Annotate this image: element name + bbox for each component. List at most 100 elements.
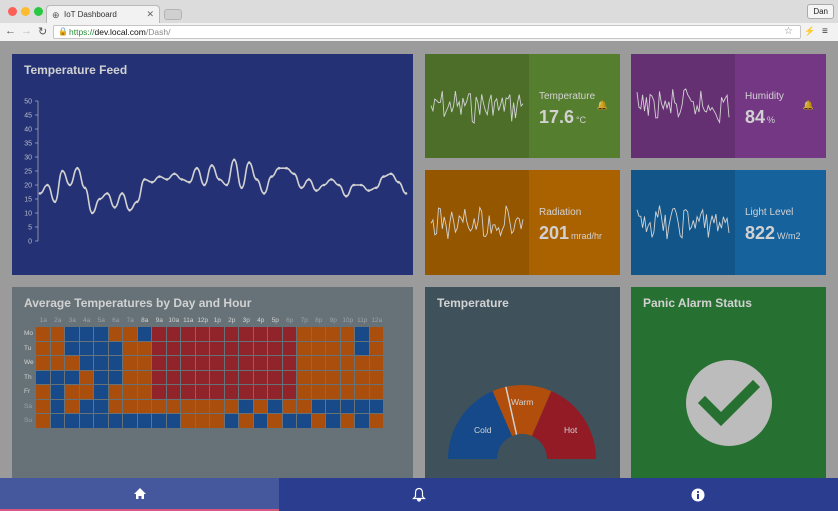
heatmap-cell — [79, 327, 94, 342]
profile-button[interactable]: Dan — [807, 4, 834, 19]
light-reading-panel: Light Level 822 W/m2 — [735, 170, 826, 275]
heatmap-cell — [253, 399, 268, 414]
data-point — [232, 158, 236, 162]
heatmap-grid: 1a 2a 3a 4a 5a 6a 7a 8a 9a 10a 11a 12p 1p 2p 3p 4p 5p 6p 7… — [24, 317, 384, 429]
heatmap-cell — [340, 414, 355, 429]
heatmap-cell — [268, 385, 283, 400]
heatmap-cell — [137, 370, 152, 385]
home-nav-button[interactable] — [0, 478, 280, 511]
y-tick-label: 5 — [28, 225, 32, 232]
heatmap-cell — [210, 356, 225, 371]
y-tick-label: 10 — [24, 211, 32, 218]
bell-icon[interactable]: 🔔 — [597, 100, 608, 111]
heatmap-cell — [36, 385, 51, 400]
y-tick-label: 45 — [24, 113, 32, 120]
address-bar[interactable]: 🔒 https://dev.local.com/Dash/ — [53, 25, 801, 39]
heatmap-cell — [282, 414, 297, 429]
heatmap-cell — [340, 341, 355, 356]
heatmap-cell — [181, 327, 196, 342]
heatmap-cell — [65, 356, 80, 371]
heatmap-cell — [166, 399, 181, 414]
data-point — [285, 166, 288, 170]
heatmap-row: Mo — [24, 327, 384, 342]
heatmap-hour-label: 9a — [155, 317, 163, 324]
close-tab-icon[interactable]: ✕ — [146, 9, 154, 20]
data-point — [330, 178, 333, 181]
heatmap-row: We — [24, 356, 384, 371]
heatmap-cell — [297, 370, 312, 385]
bottom-navigation — [0, 478, 838, 511]
humidity-label: Humidity — [745, 91, 784, 102]
bell-icon[interactable]: 🔔 — [803, 100, 814, 111]
heatmap-hour-label: 2p — [228, 317, 236, 324]
home-icon — [133, 488, 146, 499]
menu-icon[interactable]: ≡ — [822, 26, 828, 37]
heatmap-cell — [210, 341, 225, 356]
heatmap-cell — [152, 414, 167, 429]
minimize-window-button[interactable] — [21, 7, 30, 16]
heatmap-cell — [224, 414, 239, 429]
heatmap-cell — [268, 356, 283, 371]
new-tab-button[interactable] — [164, 9, 182, 20]
reload-icon[interactable]: ↻ — [38, 25, 47, 38]
heatmap-cell — [137, 385, 152, 400]
alerts-nav-button[interactable] — [279, 478, 559, 511]
heatmap-cell — [137, 356, 152, 371]
heatmap-hour-label: 11a — [183, 317, 194, 324]
data-point — [352, 183, 356, 187]
data-point — [270, 175, 273, 178]
heatmap-hour-label: 5a — [97, 317, 105, 324]
heatmap-cell — [268, 399, 283, 414]
extension-icon[interactable]: ⚡ — [804, 26, 815, 37]
data-point — [359, 183, 363, 187]
bookmark-star-icon[interactable]: ☆ — [784, 26, 793, 37]
back-arrow-icon[interactable]: ← — [5, 25, 16, 37]
browser-tab[interactable]: ⊕ IoT Dashboard ✕ — [46, 5, 160, 23]
heatmap-cell — [210, 327, 225, 342]
heatmap-cell — [326, 341, 341, 356]
info-nav-button[interactable] — [558, 478, 838, 511]
heatmap-cell — [297, 399, 312, 414]
heatmap-cell — [268, 327, 283, 342]
heatmap-cell — [36, 399, 51, 414]
heatmap-cell — [355, 370, 370, 385]
heatmap-cell — [166, 356, 181, 371]
data-point — [247, 161, 251, 164]
heatmap-day-label: Fr — [24, 388, 31, 395]
light-value: 822 W/m2 — [745, 223, 801, 243]
radiation-reading-panel: Radiation 201 mrad/hr — [529, 170, 620, 275]
heatmap-cell — [123, 385, 138, 400]
heatmap-cell — [355, 341, 370, 356]
y-tick-label: 20 — [24, 183, 32, 190]
heatmap-cell — [224, 370, 239, 385]
y-tick-label: 30 — [24, 155, 32, 162]
heatmap-cell — [268, 341, 283, 356]
radiation-label: Radiation — [539, 207, 582, 218]
heatmap-cell — [253, 414, 268, 429]
heatmap-cell — [253, 356, 268, 371]
heatmap-cell — [123, 356, 138, 371]
heatmap-title: Average Temperatures by Day and Hour — [24, 296, 252, 310]
temperature-label: Temperature — [539, 91, 596, 102]
data-point — [255, 178, 258, 181]
heatmap-hour-label: 7p — [300, 317, 308, 324]
heatmap-cell — [36, 341, 51, 356]
heatmap-hour-label: 3p — [242, 317, 250, 324]
close-window-button[interactable] — [8, 7, 17, 16]
heatmap-cell — [79, 414, 94, 429]
panic-alarm-card: Panic Alarm Status — [631, 287, 826, 487]
maximize-window-button[interactable] — [34, 7, 43, 16]
forward-arrow-icon[interactable]: → — [21, 25, 32, 37]
heatmap-cell — [79, 385, 94, 400]
browser-chrome: ⊕ IoT Dashboard ✕ Dan ← → ↻ 🔒 https://de… — [0, 0, 838, 41]
heatmap-cell — [195, 414, 210, 429]
heatmap-cell — [268, 414, 283, 429]
heatmap-cell — [166, 341, 181, 356]
heatmap-hour-label: 6p — [286, 317, 294, 324]
heatmap-cell — [166, 370, 181, 385]
heatmap-cell — [297, 385, 312, 400]
data-point — [98, 197, 102, 201]
data-point — [389, 172, 393, 176]
heatmap-cell — [326, 414, 341, 429]
data-point — [292, 172, 296, 176]
